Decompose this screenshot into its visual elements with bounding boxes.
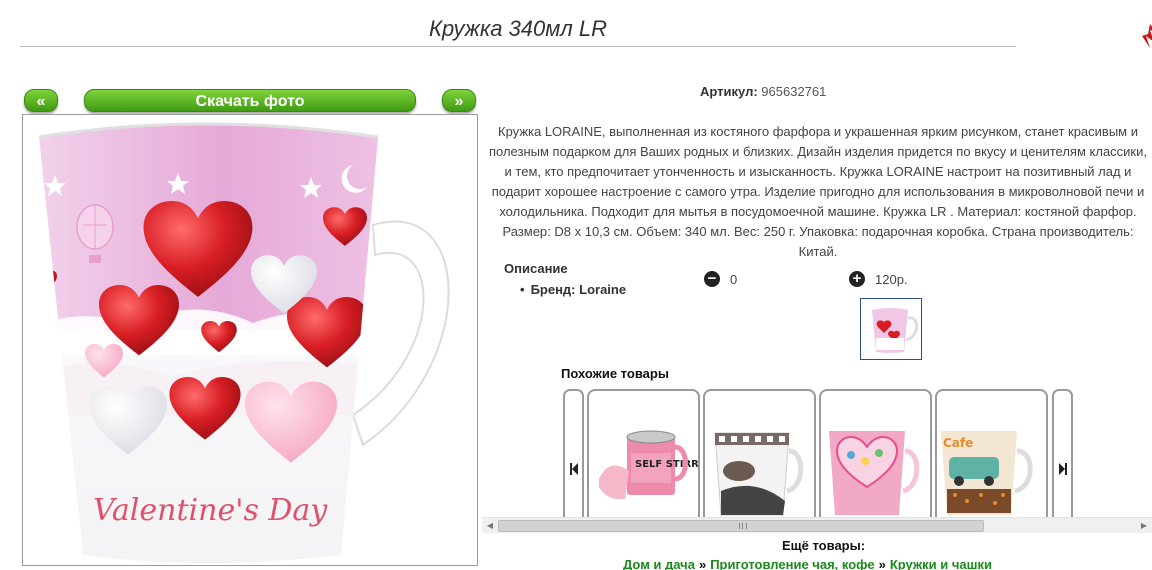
mug-script-text: Valentine's Day (93, 493, 328, 528)
product-description: Кружка LORAINE, выполненная из костяного… (488, 124, 1147, 259)
breadcrumb-separator: » (878, 557, 886, 570)
add-to-cart: + 120р. (849, 271, 908, 287)
quantity-value: 0 (730, 271, 738, 287)
similar-product-card[interactable]: Cafe (935, 389, 1048, 521)
product-properties: Описание Бренд: Loraine (504, 261, 626, 297)
more-products-title: Ещё товары: (782, 538, 866, 553)
prev-photo-button[interactable]: « (24, 89, 58, 112)
card-text: Cafe (943, 436, 973, 450)
similar-product-card[interactable] (703, 389, 816, 521)
carousel-scrollbar[interactable]: ◀ ▶ (482, 517, 1152, 533)
price-value: 120р. (875, 271, 908, 287)
similar-products-title: Похожие товары (561, 366, 669, 381)
photo-thumbnail[interactable] (860, 298, 922, 360)
product-photo[interactable]: Valentine's Day (22, 114, 478, 566)
skip-prev-icon (570, 463, 578, 475)
plus-icon[interactable]: + (849, 271, 865, 287)
similar-product-card[interactable]: SELF STIRRING MUG (587, 389, 700, 521)
breadcrumb: Дом и дача» Приготовление чая, кофе» Кружк… (623, 557, 992, 570)
heart-mug-image (829, 431, 920, 515)
quantity-decrease: − 0 (704, 271, 737, 287)
minus-icon[interactable]: − (704, 271, 720, 287)
grip-icon (739, 523, 747, 529)
breadcrumb-link-mugs-cups[interactable]: Кружки и чашки (890, 557, 992, 570)
breadcrumb-link-home-garden[interactable]: Дом и дача (623, 557, 695, 570)
brand-item: Бренд: Loraine (520, 282, 627, 297)
mug-illustration: Valentine's Day (38, 122, 450, 563)
breadcrumb-link-tea-coffee[interactable]: Приготовление чая, кофе (710, 557, 874, 570)
carousel-prev-button[interactable] (563, 389, 584, 521)
cafe-car-mug-image: Cafe (941, 431, 1033, 515)
page-title: Кружка 340мл LR (428, 16, 608, 41)
similar-product-card[interactable] (819, 389, 932, 521)
scroll-right-icon[interactable]: ▶ (1138, 521, 1150, 531)
article-info: Артикул: 965632761 (700, 84, 960, 99)
article-label: Артикул: (700, 84, 758, 99)
next-photo-button[interactable]: » (442, 89, 476, 112)
corner-decoration-icon (1142, 24, 1152, 48)
self-stirring-mug-image: SELF STIRRING MUG (599, 430, 698, 500)
card-text: SELF STIRRING MUG (635, 459, 698, 470)
article-value: 965632761 (761, 84, 827, 99)
properties-heading: Описание (504, 261, 568, 276)
similar-products-carousel: SELF STIRRING MUG (563, 389, 1073, 521)
mug-thumbnail-image (872, 308, 919, 353)
carousel-next-button[interactable] (1052, 389, 1073, 521)
scrollbar-thumb[interactable] (498, 520, 984, 532)
skip-next-icon (1059, 463, 1067, 475)
download-photo-button[interactable]: Скачать фото (84, 89, 416, 112)
properties-list: Бренд: Loraine (520, 282, 627, 297)
title-divider (20, 46, 1016, 47)
printed-mug-image (714, 432, 804, 516)
breadcrumb-separator: » (698, 557, 707, 570)
product-page: Кружка 340мл LR « Скачать фото » Valenti… (0, 0, 1152, 570)
scroll-left-icon[interactable]: ◀ (484, 521, 496, 531)
